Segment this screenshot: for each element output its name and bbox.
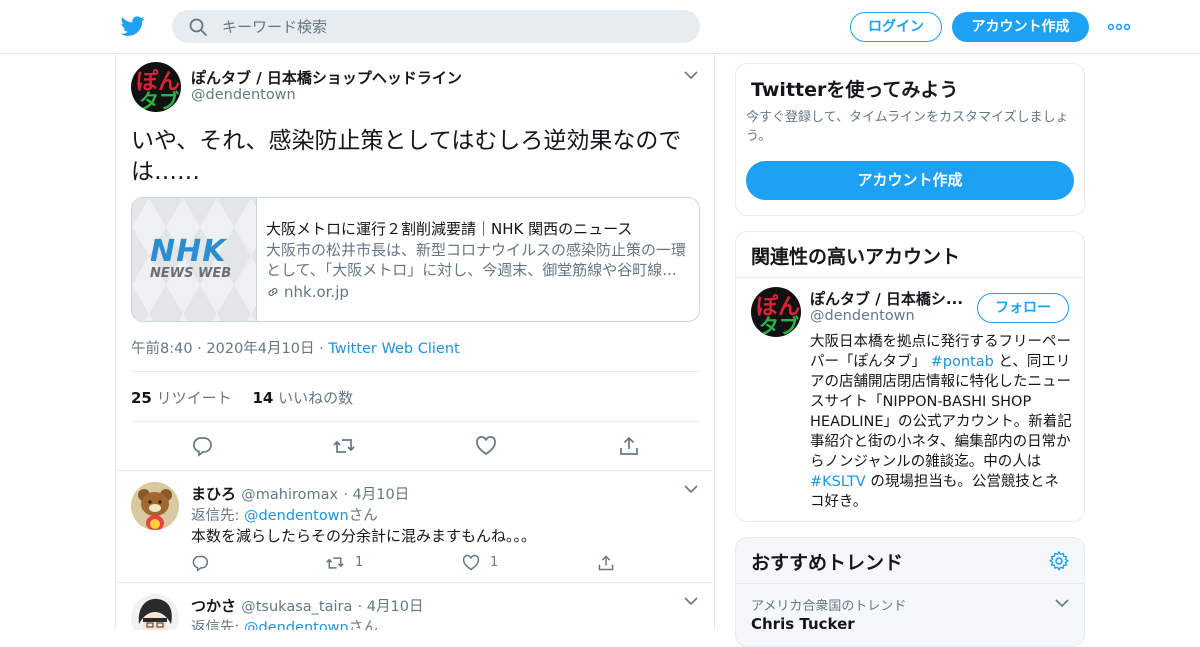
related-account-handle[interactable]: @dendentown [810, 308, 915, 324]
divider [116, 470, 714, 471]
divider [131, 421, 700, 422]
link-icon [268, 287, 278, 297]
trends-panel: おすすめトレンド アメリカ合衆国のトレンド Chris Tucker [735, 537, 1085, 647]
reply-text: 本数を減らしたらその分余計に混みますもんね。。。 [191, 527, 537, 545]
chevron-down-icon[interactable] [684, 484, 698, 494]
reply-author[interactable]: つかさ @tsukasa_taira · 4月10日 [191, 595, 423, 616]
reply-to-suffix: さん [348, 508, 378, 524]
reply-avatar[interactable] [131, 482, 179, 530]
hashtag-link[interactable]: #KSLTV [810, 474, 866, 490]
card-domain: nhk.or.jp [266, 283, 349, 301]
login-button[interactable]: ログイン [850, 12, 942, 42]
reply-to-suffix: さん [348, 620, 378, 630]
author-handle[interactable]: @dendentown [191, 87, 296, 103]
follow-button[interactable]: フォロー [977, 293, 1069, 323]
reply-to-link[interactable]: @dendentown [244, 620, 349, 630]
reply-context: 返信先: @dendentownさん [191, 616, 378, 630]
like-count[interactable]: 14 [252, 389, 273, 407]
retweet-icon[interactable] [326, 554, 344, 572]
reply-context: 返信先: @dendentownさん [191, 504, 378, 525]
trends-panel-title: おすすめトレンド [751, 552, 904, 574]
settings-gear-icon[interactable] [1048, 550, 1070, 572]
divider [736, 277, 1084, 278]
trend-location: アメリカ合衆国のトレンド [751, 599, 907, 614]
like-icon[interactable] [462, 554, 480, 572]
reply-icon[interactable] [191, 554, 209, 572]
divider [116, 582, 714, 583]
author-avatar[interactable]: ぽん タブ [131, 62, 181, 112]
share-icon[interactable] [597, 554, 615, 572]
reply-author-handle[interactable]: @tsukasa_taira [241, 599, 352, 615]
card-description: 大阪市の松井市長は、新型コロナウイルスの感染防止策の一環として、「大阪メトロ」に… [266, 241, 687, 279]
bio-text: と、同エリアの店舗開店閉店情報に特化したニュースサイト「NIPPON-BASHI… [810, 354, 1072, 470]
meta-separator: · [319, 341, 324, 357]
reply-author-name[interactable]: つかさ [191, 597, 236, 615]
chevron-down-icon[interactable] [1055, 598, 1069, 608]
hashtag-link[interactable]: #pontab [931, 354, 994, 370]
nhk-logo-subtitle: NEWS WEB [150, 266, 232, 281]
sidebar-signup-button[interactable]: アカウント作成 [746, 161, 1074, 200]
nhk-logo: NHK [150, 234, 227, 269]
search-box[interactable] [172, 10, 700, 43]
reply-to-link[interactable]: @dendentown [244, 508, 349, 524]
related-account-name[interactable]: ぽんタブ / 日本橋シ... [810, 288, 963, 309]
search-icon [189, 18, 207, 36]
search-input[interactable] [222, 10, 682, 43]
reply-to-prefix: 返信先: [191, 620, 240, 630]
anime-avatar-image [131, 594, 179, 630]
reply-retweet-count: 1 [355, 555, 364, 570]
chevron-down-icon[interactable] [684, 70, 698, 80]
card-title: 大阪メトロに運行２割削減要請｜NHK 関西のニュース [266, 220, 633, 238]
top-navigation-bar: ログイン アカウント作成 [0, 0, 1200, 54]
more-options-icon[interactable] [1108, 23, 1130, 31]
card-thumbnail: NHK NEWS WEB [132, 198, 257, 321]
reply-like-count: 1 [490, 555, 499, 570]
tweet-stats: 25 リツイート 14 いいねの数 [131, 387, 353, 408]
related-panel-title: 関連性の高いアカウント [751, 246, 961, 268]
reply-to-prefix: 返信先: [191, 508, 240, 524]
tweet-column: ぽん タブ ぽんタブ / 日本橋ショップヘッドライン @dendentown い… [115, 54, 715, 630]
related-account-bio: 大阪日本橋を拠点に発行するフリーペーパー「ぽんタブ」 #pontab と、同エリ… [810, 332, 1072, 512]
bear-avatar-image [131, 482, 179, 530]
signup-panel-title: Twitterを使ってみよう [751, 79, 959, 101]
reply-author-handle[interactable]: @mahiromax [241, 487, 338, 503]
twitter-bird-icon[interactable] [120, 14, 146, 38]
retweet-count[interactable]: 25 [131, 389, 152, 407]
link-card[interactable]: NHK NEWS WEB 大阪メトロに運行２割削減要請｜NHK 関西のニュース … [131, 197, 700, 322]
like-label[interactable]: いいねの数 [278, 389, 353, 407]
reply-date[interactable]: · 4月10日 [358, 599, 424, 615]
trend-item[interactable]: Chris Tucker [751, 615, 855, 633]
share-icon[interactable] [618, 435, 640, 457]
related-account-avatar[interactable]: ぽん タブ [751, 287, 801, 337]
divider [736, 583, 1084, 584]
avatar-logo-text-bottom: タブ [139, 89, 179, 112]
tweet-metadata: 午前8:40 · 2020年4月10日 · Twitter Web Client [131, 337, 460, 358]
retweet-label[interactable]: リツイート [157, 389, 232, 407]
reply-avatar[interactable] [131, 594, 179, 630]
author-name[interactable]: ぽんタブ / 日本橋ショップヘッドライン [191, 67, 462, 88]
tweet-source-link[interactable]: Twitter Web Client [328, 341, 459, 357]
chevron-down-icon[interactable] [684, 596, 698, 606]
like-icon[interactable] [475, 435, 497, 457]
tweet-text: いや、それ、感染防止策としてはむしろ逆効果なのでは…… [131, 128, 682, 185]
signup-panel: Twitterを使ってみよう 今すぐ登録して、タイムラインをカスタマイズしましょ… [735, 63, 1085, 216]
retweet-icon[interactable] [333, 435, 355, 457]
reply-author[interactable]: まひろ @mahiromax · 4月10日 [191, 483, 409, 504]
reply-icon[interactable] [191, 435, 213, 457]
divider [131, 371, 700, 372]
avatar-logo-text-bottom: タブ [759, 314, 799, 337]
signup-panel-description: 今すぐ登録して、タイムラインをカスタマイズしましょう。 [746, 110, 1069, 144]
reply-date[interactable]: · 4月10日 [343, 487, 409, 503]
reply-author-name[interactable]: まひろ [191, 485, 236, 503]
card-domain-text: nhk.or.jp [284, 283, 349, 301]
related-accounts-panel: 関連性の高いアカウント ぽん タブ ぽんタブ / 日本橋シ... @denden… [735, 231, 1085, 522]
tweet-timestamp[interactable]: 午前8:40 · 2020年4月10日 [131, 341, 314, 357]
signup-button[interactable]: アカウント作成 [952, 12, 1089, 42]
